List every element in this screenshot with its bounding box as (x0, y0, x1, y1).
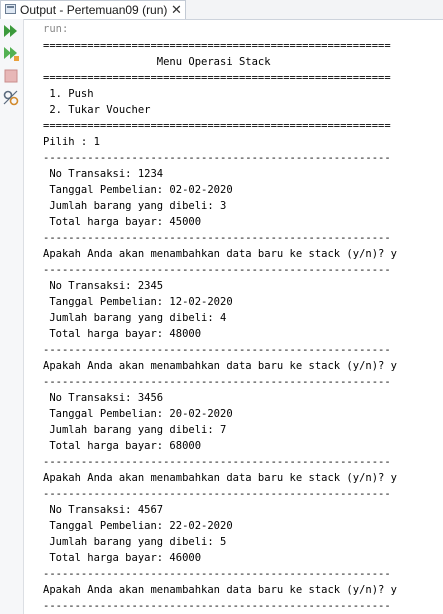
console-separator: ----------------------------------------… (43, 600, 391, 612)
console-menu-option: 1. Push (43, 88, 94, 100)
output-window-icon (5, 4, 16, 14)
console-line: Total harga bayar: 48000 (43, 328, 202, 340)
console-separator: ========================================… (43, 120, 391, 132)
console-separator: ========================================… (43, 72, 391, 84)
console-separator: ----------------------------------------… (43, 488, 391, 500)
console-prompt: Apakah Anda akan menambahkan data baru k… (43, 472, 398, 484)
console-line: Total harga bayar: 68000 (43, 440, 202, 452)
console-line: No Transaksi: 1234 (43, 168, 164, 180)
console-prompt: Apakah Anda akan menambahkan data baru k… (43, 248, 398, 260)
console-line: Tanggal Pembelian: 12-02-2020 (43, 296, 233, 308)
output-toolbar (0, 19, 24, 614)
console-separator: ----------------------------------------… (43, 344, 391, 356)
console-prompt: Apakah Anda akan menambahkan data baru k… (43, 360, 398, 372)
console-separator: ----------------------------------------… (43, 152, 391, 164)
console-menu-option: 2. Tukar Voucher (43, 104, 151, 116)
console-line: No Transaksi: 2345 (43, 280, 164, 292)
console-separator: ----------------------------------------… (43, 232, 391, 244)
console-line: Tanggal Pembelian: 22-02-2020 (43, 520, 233, 532)
settings-icon[interactable] (2, 89, 20, 107)
console-line: Jumlah barang yang dibeli: 3 (43, 200, 227, 212)
console-line: Total harga bayar: 45000 (43, 216, 202, 228)
close-icon[interactable]: ✕ (171, 1, 182, 19)
console-output[interactable]: run: ===================================… (24, 19, 443, 614)
console-separator: ----------------------------------------… (43, 264, 391, 276)
console-line: Jumlah barang yang dibeli: 7 (43, 424, 227, 436)
tab-title: Output - Pertemuan09 (run) (20, 3, 168, 17)
tab-output[interactable]: Output - Pertemuan09 (run) ✕ (0, 0, 186, 19)
console-line: Total harga bayar: 46000 (43, 552, 202, 564)
console-line: No Transaksi: 4567 (43, 504, 164, 516)
console-line: Tanggal Pembelian: 02-02-2020 (43, 184, 233, 196)
tab-bar: Output - Pertemuan09 (run) ✕ (0, 0, 443, 20)
console-menu-title: Menu Operasi Stack (43, 56, 271, 68)
console-line: Jumlah barang yang dibeli: 4 (43, 312, 227, 324)
console-separator: ----------------------------------------… (43, 376, 391, 388)
console-line: Tanggal Pembelian: 20-02-2020 (43, 408, 233, 420)
console-line: No Transaksi: 3456 (43, 392, 164, 404)
console-separator: ----------------------------------------… (43, 568, 391, 580)
console-line: Jumlah barang yang dibeli: 5 (43, 536, 227, 548)
rerun-icon[interactable] (2, 22, 20, 40)
console-choice: Pilih : 1 (43, 136, 100, 148)
rerun-with-options-icon[interactable] (2, 44, 20, 62)
stop-icon[interactable] (2, 67, 20, 85)
console-separator: ----------------------------------------… (43, 456, 391, 468)
console-line-run: run: (43, 23, 69, 35)
console-separator: ========================================… (43, 40, 391, 52)
console-prompt: Apakah Anda akan menambahkan data baru k… (43, 584, 398, 596)
